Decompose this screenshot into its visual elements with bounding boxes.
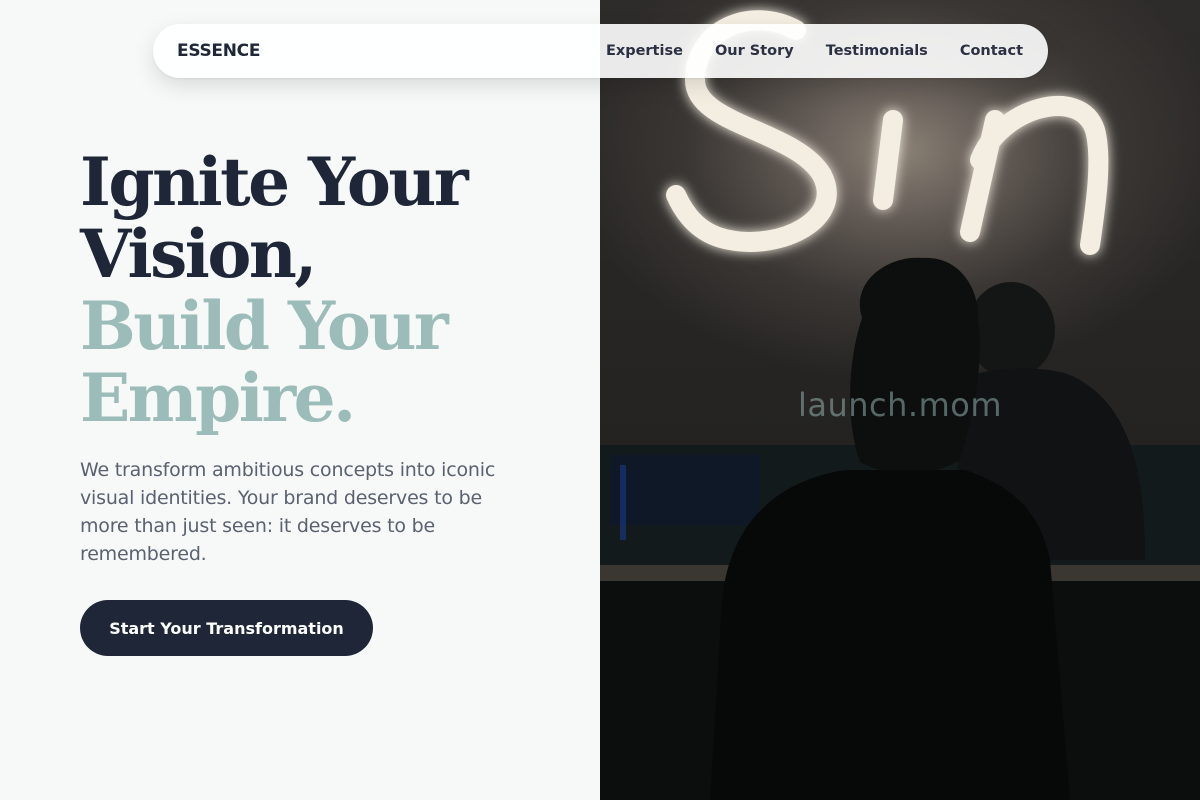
start-transformation-button[interactable]: Start Your Transformation (80, 600, 373, 656)
hero-headline: Ignite Your Vision, Build Your Empire. (80, 143, 469, 437)
nav-link-expertise[interactable]: Expertise (606, 43, 683, 59)
hero-photo: launch.mom (600, 0, 1200, 800)
nav-link-testimonials[interactable]: Testimonials (826, 43, 928, 59)
nav-links: Expertise Our Story Testimonials Contact (606, 43, 1023, 59)
headline-line-3: Build Your (80, 287, 449, 365)
hero-description: We transform ambitious concepts into ico… (80, 459, 496, 565)
nav-link-our-story[interactable]: Our Story (715, 43, 794, 59)
headline-line-4: Empire. (80, 359, 356, 437)
headline-line-2: Vision, (80, 215, 317, 293)
top-navigation: ESSENCE Expertise Our Story Testimonials… (153, 24, 1048, 78)
watermark-text: launch.mom (797, 386, 1003, 424)
brand-logo[interactable]: ESSENCE (177, 41, 260, 61)
headline-line-1: Ignite Your (80, 143, 469, 221)
nav-link-contact[interactable]: Contact (960, 43, 1023, 59)
